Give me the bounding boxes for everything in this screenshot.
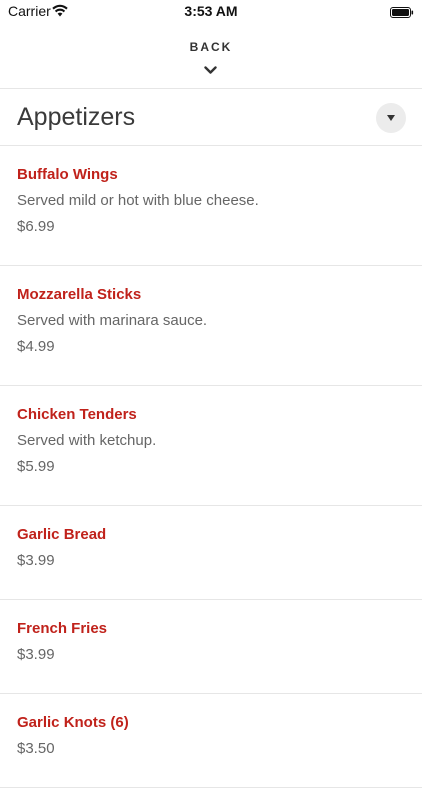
- back-button[interactable]: BACK: [0, 30, 422, 88]
- menu-item-price: $3.99: [17, 646, 55, 663]
- menu-item[interactable]: Garlic Knots (6) $3.50: [0, 694, 422, 788]
- status-bar: Carrier 3:53 AM: [0, 0, 422, 22]
- menu-item-name: Chicken Tenders: [17, 406, 137, 423]
- menu-item-name: Garlic Bread: [17, 526, 107, 543]
- menu-item[interactable]: Garlic Bread $3.99: [0, 506, 422, 600]
- menu-item-price: $4.99: [17, 338, 55, 355]
- menu-item-price: $3.99: [17, 552, 55, 569]
- section-header: Appetizers: [0, 89, 422, 145]
- menu-item-description: Served with ketchup.: [17, 432, 157, 449]
- menu-item-price: $6.99: [17, 218, 55, 235]
- menu-item-price: $5.99: [17, 458, 55, 475]
- menu-item-name: Garlic Knots (6): [17, 714, 129, 731]
- menu-item[interactable]: French Fries $3.99: [0, 600, 422, 694]
- status-time: 3:53 AM: [184, 3, 238, 19]
- menu-item-name: Buffalo Wings: [17, 166, 118, 183]
- section-title: Appetizers: [17, 103, 136, 131]
- battery-icon: [390, 5, 414, 18]
- menu-item[interactable]: Chicken Tenders Served with ketchup. $5.…: [0, 386, 422, 506]
- menu-item-name: Mozzarella Sticks: [17, 286, 142, 303]
- section-dropdown-button[interactable]: [376, 103, 406, 133]
- menu-item-description: Served mild or hot with blue cheese.: [17, 192, 259, 209]
- back-label: BACK: [189, 40, 233, 54]
- menu-item[interactable]: Buffalo Wings Served mild or hot with bl…: [0, 146, 422, 266]
- triangle-down-icon: [387, 115, 395, 121]
- menu-item-price: $3.50: [17, 740, 55, 757]
- chevron-down-icon: [204, 62, 217, 74]
- menu-list: Buffalo Wings Served mild or hot with bl…: [0, 146, 422, 788]
- menu-item[interactable]: Mozzarella Sticks Served with marinara s…: [0, 266, 422, 386]
- menu-item-name: French Fries: [17, 620, 108, 637]
- menu-item-description: Served with marinara sauce.: [17, 312, 208, 329]
